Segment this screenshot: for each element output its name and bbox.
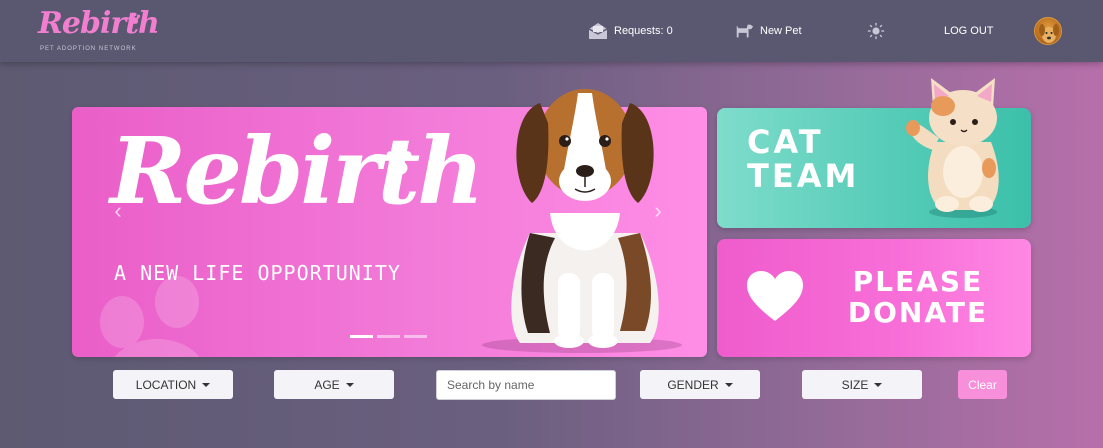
donate-line1: PLEASE [852,265,984,298]
brand-tagline: PET ADOPTION NETWORK [40,46,137,52]
paw-icon [129,12,141,24]
requests-label: Requests: 0 [614,25,673,37]
new-pet-label: New Pet [760,25,802,37]
cat-team-text: CAT TEAM [747,123,860,195]
gender-dropdown[interactable]: GENDER [640,370,760,399]
cat-toy-image [906,78,999,218]
cat-team-line2: TEAM [747,156,860,195]
caret-down-icon [345,382,354,387]
paw-icon [386,146,412,176]
logout-link[interactable]: LOG OUT [944,20,994,42]
nav-new-pet[interactable]: New Pet [734,20,802,42]
donate-card[interactable]: PLEASE DONATE [717,239,1031,357]
hero-title: Rebirth [110,117,484,225]
dog-icon [736,24,754,38]
chevron-left-icon[interactable]: ‹ [110,199,126,223]
size-label: SIZE [841,377,869,392]
brand-logo[interactable]: Rebirth PET ADOPTION NETWORK [38,6,160,58]
dog-face-icon [1039,24,1059,43]
hero-subtitle: A NEW LIFE OPPORTUNITY [114,261,401,285]
theme-toggle[interactable] [866,20,886,42]
carousel-indicator[interactable] [377,335,400,338]
carousel-indicator[interactable] [350,335,373,338]
donate-text: PLEASE DONATE [837,265,999,329]
cat-team-line1: CAT [747,123,824,161]
caret-down-icon [202,382,211,387]
caret-down-icon [874,382,883,387]
donate-line2: DONATE [847,295,989,329]
user-avatar[interactable] [1034,17,1062,45]
logout-label: LOG OUT [944,25,994,37]
sun-icon [867,22,885,40]
caret-down-icon [724,382,733,387]
mail-open-icon [588,23,608,39]
location-label: LOCATION [135,377,197,392]
search-by-name-input[interactable] [436,370,616,400]
heart-icon [747,271,803,321]
navbar: Rebirth PET ADOPTION NETWORK Requests: 0… [0,0,1103,62]
nav-requests[interactable]: Requests: 0 [588,20,673,42]
carousel-indicators [350,335,427,338]
hero-carousel[interactable]: Rebirth A NEW LIFE OPPORTUNITY ‹ › [72,89,707,357]
puppy-image [482,89,682,353]
gender-label: GENDER [667,377,719,392]
cat-team-card[interactable]: CAT TEAM [717,78,1031,228]
clear-filters-button[interactable]: Clear [958,370,1007,399]
carousel-indicator[interactable] [404,335,427,338]
age-dropdown[interactable]: AGE [274,370,394,399]
age-label: AGE [314,377,340,392]
size-dropdown[interactable]: SIZE [802,370,922,399]
location-dropdown[interactable]: LOCATION [113,370,233,399]
